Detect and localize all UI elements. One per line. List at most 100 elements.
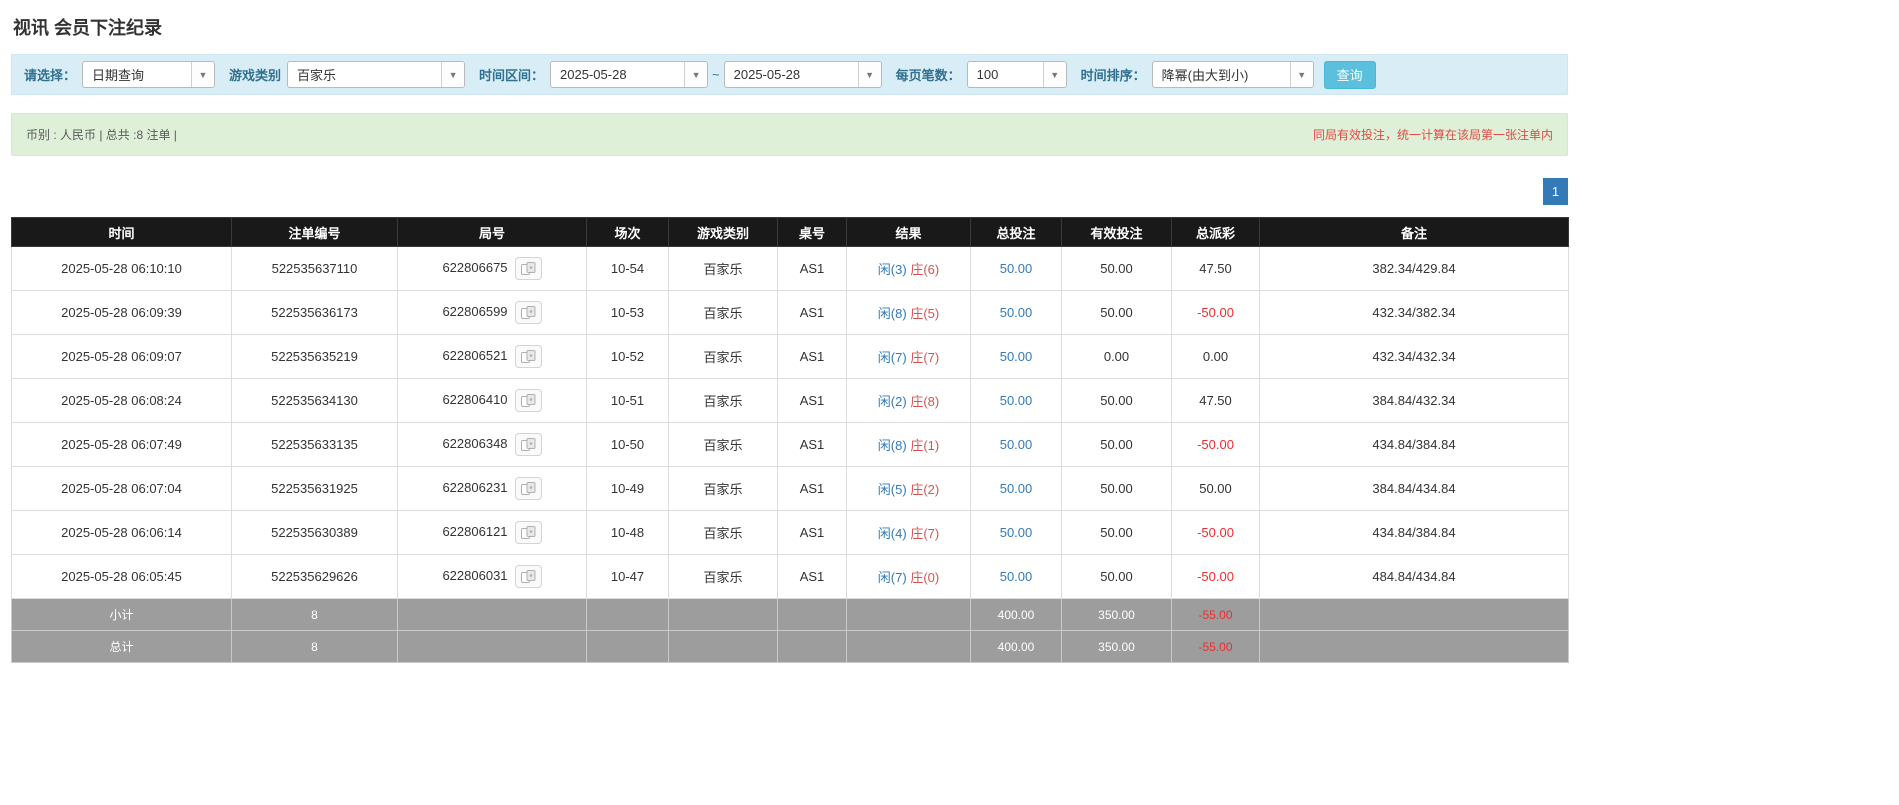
cell-remark: 432.34/382.34: [1259, 290, 1569, 335]
header-session: 场次: [586, 217, 669, 247]
cell-valid-bet: 50.00: [1061, 290, 1172, 335]
table-row: 2025-05-28 06:07:49 522535633135 6228063…: [11, 422, 1569, 467]
table-row: 2025-05-28 06:10:10 522535637110 6228066…: [11, 246, 1569, 291]
round-id: 622806521: [442, 347, 508, 363]
chevron-down-icon[interactable]: ▼: [441, 62, 465, 87]
date-from-select[interactable]: 2025-05-28 ▼: [550, 61, 709, 88]
game-type-select[interactable]: 百家乐 ▼: [287, 61, 466, 88]
total-bet-link[interactable]: 50.00: [1000, 349, 1033, 364]
summary-currency-count: 币别 : 人民币 | 总共 :8 注单 |: [26, 128, 177, 142]
sort-value: 降幂(由大到小): [1161, 68, 1249, 83]
view-cards-icon[interactable]: [514, 301, 542, 324]
round-id: 622806231: [442, 479, 508, 495]
subtotal-count: 8: [231, 598, 398, 631]
header-time: 时间: [11, 217, 232, 247]
chevron-down-icon[interactable]: ▼: [857, 62, 881, 87]
cell-result: 闲(3) 庄(6): [846, 246, 971, 291]
subtotal-empty: [846, 598, 971, 631]
table-row: 2025-05-28 06:09:39 522535636173 6228065…: [11, 290, 1569, 335]
cell-table-no: AS1: [777, 510, 847, 555]
filter-bar: 请选择： 日期查询 ▼ 游戏类别 百家乐 ▼ 时间区间： 2025-05-28 …: [11, 54, 1568, 95]
cell-valid-bet: 50.00: [1061, 510, 1172, 555]
header-total-bet: 总投注: [970, 217, 1062, 247]
chevron-down-icon[interactable]: ▼: [1289, 62, 1313, 87]
total-valid-bet: 350.00: [1061, 630, 1172, 663]
cell-total-bet: 50.00: [970, 510, 1062, 555]
view-cards-icon[interactable]: [514, 345, 542, 368]
cell-table-no: AS1: [777, 422, 847, 467]
sort-select[interactable]: 降幂(由大到小) ▼: [1151, 61, 1314, 88]
date-to-select[interactable]: 2025-05-28 ▼: [723, 61, 882, 88]
search-button[interactable]: 查询: [1323, 60, 1376, 89]
total-bet-link[interactable]: 50.00: [1000, 569, 1033, 584]
total-bet-link[interactable]: 50.00: [1000, 437, 1033, 452]
result-player: 闲(2): [877, 394, 907, 409]
date-from-value: 2025-05-28: [560, 67, 627, 82]
total-empty: [668, 630, 778, 663]
cell-bet-id: 522535630389: [231, 510, 398, 555]
table-body: 2025-05-28 06:10:10 522535637110 6228066…: [11, 246, 1569, 599]
chevron-down-icon[interactable]: ▼: [191, 62, 215, 87]
cell-payout: 47.50: [1171, 378, 1260, 423]
view-cards-icon[interactable]: [514, 433, 542, 456]
result-banker: 庄(1): [910, 438, 940, 453]
result-banker: 庄(7): [910, 350, 940, 365]
cell-bet-id: 522535635219: [231, 334, 398, 379]
cell-bet-id: 522535631925: [231, 466, 398, 511]
cell-valid-bet: 0.00: [1061, 334, 1172, 379]
table-row: 2025-05-28 06:09:07 522535635219 6228065…: [11, 334, 1569, 379]
page-button-1[interactable]: 1: [1543, 178, 1568, 205]
cell-payout: 0.00: [1171, 334, 1260, 379]
chevron-down-icon[interactable]: ▼: [1042, 62, 1066, 87]
cell-remark: 382.34/429.84: [1259, 246, 1569, 291]
cell-game-type: 百家乐: [668, 290, 778, 335]
total-bet-link[interactable]: 50.00: [1000, 481, 1033, 496]
total-bet-link[interactable]: 50.00: [1000, 261, 1033, 276]
cell-round-id: 622806231: [397, 466, 587, 511]
total-bet-link[interactable]: 50.00: [1000, 305, 1033, 320]
cell-bet-id: 522535637110: [231, 246, 398, 291]
cell-round-id: 622806031: [397, 554, 587, 599]
cell-time: 2025-05-28 06:06:14: [11, 510, 232, 555]
subtotal-empty: [586, 598, 669, 631]
total-bet-link[interactable]: 50.00: [1000, 393, 1033, 408]
cell-round-id: 622806675: [397, 246, 587, 291]
cell-time: 2025-05-28 06:08:24: [11, 378, 232, 423]
summary-notice: 同局有效投注，统一计算在该局第一张注单内: [1312, 128, 1553, 142]
page-size-select[interactable]: 100 ▼: [966, 61, 1067, 88]
cell-table-no: AS1: [777, 334, 847, 379]
chevron-down-icon[interactable]: ▼: [684, 62, 708, 87]
view-cards-icon[interactable]: [514, 257, 542, 280]
subtotal-empty: [1259, 598, 1569, 631]
cell-result: 闲(4) 庄(7): [846, 510, 971, 555]
cell-payout: -50.00: [1171, 510, 1260, 555]
view-cards-icon[interactable]: [514, 521, 542, 544]
cell-bet-id: 522535636173: [231, 290, 398, 335]
view-cards-icon[interactable]: [514, 565, 542, 588]
cell-valid-bet: 50.00: [1061, 466, 1172, 511]
total-empty: [586, 630, 669, 663]
table-header-row: 时间 注单编号 局号 场次 游戏类别 桌号 结果 总投注 有效投注 总派彩 备注: [11, 217, 1569, 247]
result-banker: 庄(2): [910, 482, 940, 497]
view-cards-icon[interactable]: [514, 389, 542, 412]
game-type-value: 百家乐: [297, 68, 337, 83]
query-type-select[interactable]: 日期查询 ▼: [82, 61, 216, 88]
cell-game-type: 百家乐: [668, 422, 778, 467]
round-id: 622806599: [442, 303, 508, 319]
view-cards-icon[interactable]: [514, 477, 542, 500]
cell-payout: -50.00: [1171, 422, 1260, 467]
cell-bet-id: 522535634130: [231, 378, 398, 423]
subtotal-empty: [668, 598, 778, 631]
total-count: 8: [231, 630, 398, 663]
cell-game-type: 百家乐: [668, 378, 778, 423]
cell-total-bet: 50.00: [970, 290, 1062, 335]
subtotal-valid-bet: 350.00: [1061, 598, 1172, 631]
cell-total-bet: 50.00: [970, 246, 1062, 291]
time-range-label: 时间区间：: [479, 68, 545, 83]
header-bet-id: 注单编号: [231, 217, 398, 247]
cell-session: 10-54: [586, 246, 669, 291]
total-bet-link[interactable]: 50.00: [1000, 525, 1033, 540]
cell-table-no: AS1: [777, 378, 847, 423]
table-row: 2025-05-28 06:06:14 522535630389 6228061…: [11, 510, 1569, 555]
cell-total-bet: 50.00: [970, 334, 1062, 379]
